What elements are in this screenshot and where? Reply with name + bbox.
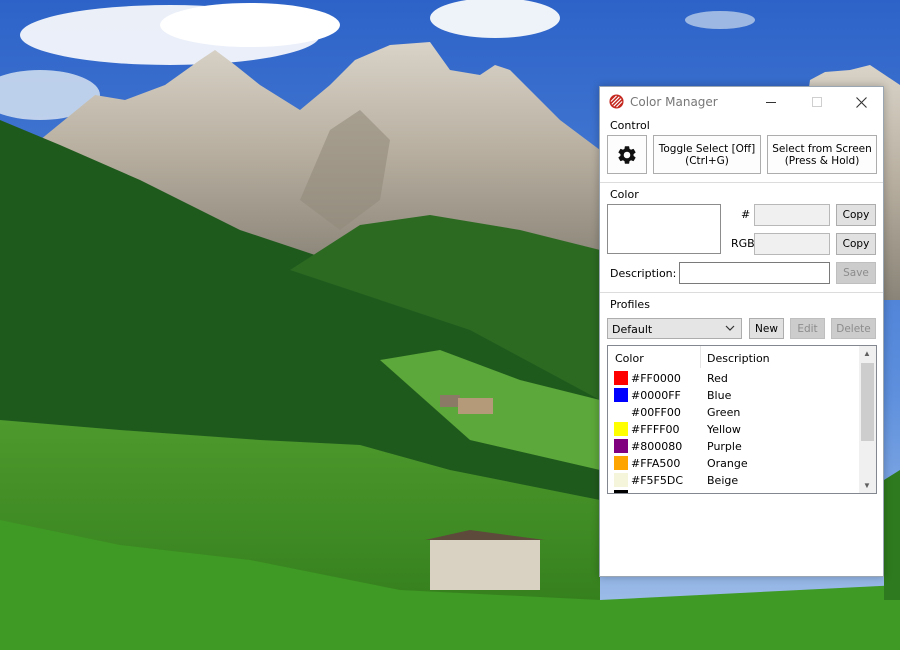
color-list[interactable]: Color Description #FF0000 Red #0000FF Bl…	[607, 345, 877, 494]
list-item-hex: #F5F5DC	[631, 474, 684, 487]
scroll-up-icon[interactable]: ▲	[863, 349, 871, 358]
list-item-hex: #0000FF	[631, 389, 681, 402]
scrollbar-thumb[interactable]	[861, 363, 874, 441]
hex-label: #	[741, 208, 751, 221]
column-header-color[interactable]: Color	[615, 352, 644, 365]
toggle-select-label: Toggle Select [Off]	[658, 142, 756, 155]
delete-profile-button[interactable]: Delete	[831, 318, 876, 339]
color-swatch	[614, 371, 628, 385]
color-swatch	[614, 473, 628, 487]
list-item[interactable]: #FFFF00 Yellow	[608, 421, 859, 438]
section-divider	[600, 182, 883, 183]
list-item-description: Purple	[707, 440, 742, 453]
partial-swatch	[614, 490, 628, 493]
list-item[interactable]: #00FF00 Green	[608, 404, 859, 421]
toggle-select-button[interactable]: Toggle Select [Off] (Ctrl+G)	[653, 135, 761, 174]
list-item-description: Green	[707, 406, 741, 419]
copy-rgb-button[interactable]: Copy	[836, 233, 876, 255]
list-item-description: Yellow	[707, 423, 741, 436]
list-item-hex: #FF0000	[631, 372, 681, 385]
close-icon	[855, 96, 867, 108]
description-input[interactable]	[679, 262, 830, 284]
new-profile-button[interactable]: New	[749, 318, 784, 339]
edit-profile-label: Edit	[797, 322, 818, 335]
color-swatch	[614, 422, 628, 436]
color-preview	[607, 204, 721, 254]
minimize-icon	[766, 102, 776, 103]
new-profile-label: New	[755, 322, 778, 335]
delete-profile-label: Delete	[836, 322, 871, 335]
edit-profile-button[interactable]: Edit	[790, 318, 825, 339]
list-item[interactable]: #800080 Purple	[608, 438, 859, 455]
toggle-select-shortcut: (Ctrl+G)	[685, 154, 729, 167]
settings-button[interactable]	[607, 135, 647, 174]
profiles-section-label: Profiles	[610, 298, 650, 311]
list-item-hex: #FFA500	[631, 457, 681, 470]
copy-hex-label: Copy	[842, 209, 870, 221]
section-divider	[600, 292, 883, 293]
list-item-hex: #00FF00	[631, 406, 681, 419]
select-from-screen-button[interactable]: Select from Screen (Press & Hold)	[767, 135, 877, 174]
list-item[interactable]: #FF0000 Red	[608, 370, 859, 387]
description-label: Description:	[610, 267, 677, 280]
chevron-down-icon	[725, 325, 735, 331]
title-bar[interactable]: Color Manager	[600, 87, 883, 117]
window-title: Color Manager	[630, 95, 718, 109]
list-item[interactable]: #F5F5DC Beige	[608, 472, 859, 489]
profile-dropdown[interactable]: Default	[607, 318, 742, 339]
save-button[interactable]: Save	[836, 262, 876, 284]
select-from-screen-hint: (Press & Hold)	[784, 154, 860, 167]
close-button[interactable]	[838, 87, 884, 117]
app-logo-icon	[609, 94, 624, 109]
hex-field[interactable]	[754, 204, 830, 226]
list-scrollbar[interactable]: ▲ ▼	[859, 346, 876, 493]
color-swatch	[614, 456, 628, 470]
list-item-hex: #800080	[631, 440, 683, 453]
copy-rgb-label: Copy	[842, 238, 870, 250]
rgb-label: RGB	[731, 237, 755, 250]
select-from-screen-label: Select from Screen	[772, 142, 872, 155]
save-label: Save	[843, 267, 869, 279]
maximize-icon	[812, 97, 822, 107]
color-swatch	[614, 439, 628, 453]
list-item[interactable]: #FFA500 Orange	[608, 455, 859, 472]
scroll-down-icon[interactable]: ▼	[863, 481, 871, 490]
color-swatch	[614, 388, 628, 402]
copy-hex-button[interactable]: Copy	[836, 204, 876, 226]
list-item[interactable]: #0000FF Blue	[608, 387, 859, 404]
minimize-button[interactable]	[748, 87, 794, 117]
color-swatch	[614, 405, 628, 419]
list-item-description: Blue	[707, 389, 732, 402]
maximize-button[interactable]	[794, 87, 840, 117]
profile-dropdown-value: Default	[612, 323, 653, 336]
list-item-description: Orange	[707, 457, 748, 470]
color-manager-window: Color Manager Control Toggle Select [Off…	[599, 86, 884, 577]
gear-icon	[618, 145, 636, 164]
color-section-label: Color	[610, 188, 639, 201]
list-header: Color Description	[608, 346, 859, 368]
column-header-description[interactable]: Description	[707, 352, 770, 365]
column-divider[interactable]	[700, 346, 701, 368]
rgb-field[interactable]	[754, 233, 830, 255]
list-item-description: Red	[707, 372, 728, 385]
list-item-description: Beige	[707, 474, 739, 487]
control-section-label: Control	[610, 119, 650, 132]
list-item-hex: #FFFF00	[631, 423, 680, 436]
